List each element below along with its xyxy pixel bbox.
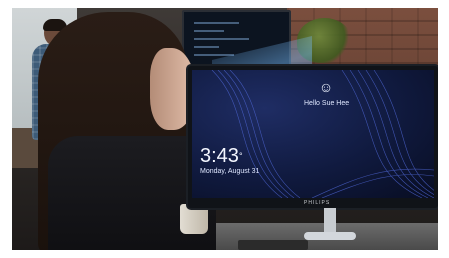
code-line <box>194 38 249 40</box>
smiley-icon: ☺ <box>318 79 334 95</box>
keyboard <box>238 240 308 250</box>
code-line <box>194 54 234 56</box>
photo-scene: ☺ Hello Sue Hee 3:43° Monday, August 31 … <box>12 8 438 250</box>
degree-suffix: ° <box>238 151 243 161</box>
greeting-text: Hello Sue Hee <box>304 100 350 107</box>
monitor-stand-base <box>304 232 356 240</box>
lock-date: Monday, August 31 <box>200 168 260 175</box>
clock-time: 3:43° <box>200 146 243 166</box>
code-line <box>194 30 224 32</box>
code-line <box>194 22 239 24</box>
code-line <box>194 46 219 48</box>
coffee-cup <box>180 204 208 234</box>
windows-lock-screen[interactable]: ☺ Hello Sue Hee 3:43° Monday, August 31 <box>192 70 434 198</box>
monitor-brand: PHILIPS <box>304 200 331 206</box>
wave-lines <box>211 70 434 198</box>
clock-time-value: 3:43 <box>200 145 239 167</box>
monitor-stand-neck <box>324 208 336 234</box>
curved-monitor: ☺ Hello Sue Hee 3:43° Monday, August 31 … <box>188 66 438 208</box>
